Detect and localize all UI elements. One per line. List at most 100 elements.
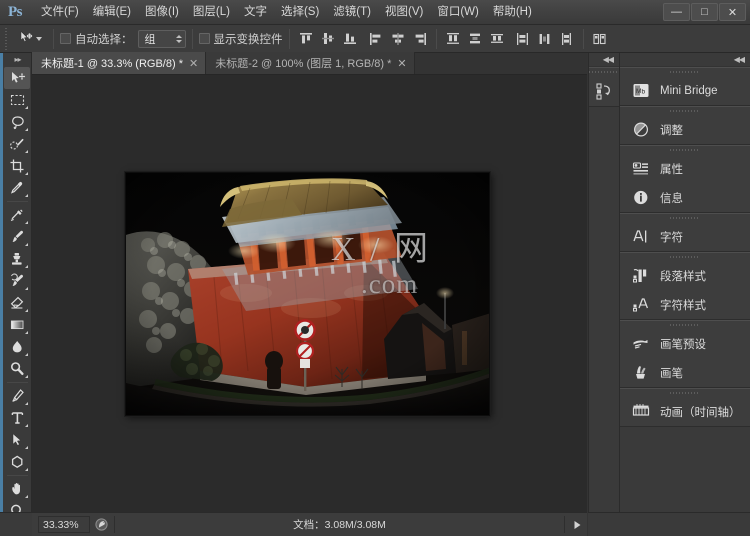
lasso-tool[interactable] — [4, 111, 30, 133]
eraser-tool[interactable] — [4, 292, 30, 314]
panel-group-grip[interactable] — [620, 68, 750, 76]
panel-item-label: 画笔预设 — [660, 338, 706, 351]
options-separator-2 — [191, 28, 193, 49]
menu-file[interactable]: 文件(F) — [34, 2, 86, 22]
align-top-edges-icon — [299, 33, 312, 44]
gradient-tool[interactable] — [4, 314, 30, 336]
distribute-right-edges-button[interactable] — [557, 29, 577, 49]
panel-group-grip[interactable] — [620, 214, 750, 222]
close-button[interactable]: ✕ — [719, 3, 746, 21]
brush-tool[interactable] — [4, 226, 30, 248]
panel-item-character[interactable]: 字符 — [620, 222, 750, 251]
document-tab[interactable]: 未标题-1 @ 33.3% (RGB/8) * ✕ — [32, 52, 207, 74]
photoshop-window: Ps 文件(F) 编辑(E) 图像(I) 图层(L) 文字 选择(S) 滤镜(T) 视图(V)… — [0, 0, 750, 536]
menu-view[interactable]: 视图(V) — [378, 2, 430, 22]
rectangular-marquee-tool-icon — [10, 94, 24, 106]
document-tab[interactable]: 未标题-2 @ 100% (图层 1, RGB/8) * ✕ — [206, 52, 415, 74]
panel-group-grip[interactable] — [620, 389, 750, 397]
panel-group-grip[interactable] — [620, 146, 750, 154]
tool-more-indicator-icon — [25, 495, 28, 498]
align-right-edges-button[interactable] — [410, 29, 430, 49]
polygon-shape-tool[interactable] — [4, 451, 30, 473]
path-selection-tool[interactable] — [4, 429, 30, 451]
align-left-edges-button[interactable] — [366, 29, 386, 49]
panel-group-grip[interactable] — [620, 107, 750, 115]
current-tool-preset-picker[interactable] — [10, 30, 47, 47]
toolbar-collapse-button[interactable]: ▸▸ — [0, 53, 31, 66]
blur-tool[interactable] — [4, 336, 30, 358]
panel-item-mini-bridge[interactable]: Mb Mini Bridge — [620, 76, 750, 105]
clone-stamp-tool-icon — [11, 253, 22, 265]
dodge-tool[interactable] — [4, 358, 30, 380]
canvas-area[interactable]: X / 网 .com — [32, 75, 587, 512]
panel-group: 属性 信息 — [620, 145, 750, 213]
panel-item-properties[interactable]: 属性 — [620, 154, 750, 183]
distribute-buttons-group-2 — [513, 29, 577, 49]
menu-help[interactable]: 帮助(H) — [486, 2, 539, 22]
clone-stamp-tool[interactable] — [4, 248, 30, 270]
maximize-button[interactable]: □ — [691, 3, 718, 21]
align-vertical-centers-button[interactable] — [318, 29, 338, 49]
close-tab-icon[interactable]: ✕ — [397, 57, 406, 70]
document-canvas[interactable]: X / 网 .com — [125, 172, 490, 416]
auto-select-checkbox[interactable] — [60, 33, 71, 44]
distribute-left-edges-button[interactable] — [513, 29, 533, 49]
zoom-level-field[interactable]: 33.33% — [38, 516, 90, 533]
panel-item-paragraph-styles[interactable]: 段落样式 — [620, 261, 750, 290]
spot-healing-brush-tool[interactable] — [4, 204, 30, 226]
status-menu-button[interactable] — [567, 513, 587, 536]
distribute-bottom-edges-button[interactable] — [487, 29, 507, 49]
show-transform-controls-checkbox[interactable] — [198, 33, 210, 44]
panels-dock-collapse-button[interactable]: ◀◀ — [620, 53, 750, 67]
close-tab-icon[interactable]: ✕ — [189, 57, 198, 70]
align-bottom-edges-button[interactable] — [340, 29, 360, 49]
move-tool[interactable] — [4, 67, 30, 89]
collapsed-panel-expand-button[interactable]: ◀◀ — [589, 53, 619, 67]
align-left-edges-icon — [369, 33, 380, 45]
menu-select[interactable]: 选择(S) — [274, 2, 326, 22]
auto-align-layers-button[interactable] — [590, 29, 610, 49]
history-brush-tool[interactable] — [4, 270, 30, 292]
options-bar-grip[interactable] — [2, 24, 10, 53]
rectangular-marquee-tool[interactable] — [4, 89, 30, 111]
align-buttons-group-2 — [366, 29, 430, 49]
adjustments-icon — [631, 120, 651, 140]
panel-item-label: 动画（时间轴） — [660, 406, 741, 419]
photoshop-logo: Ps — [8, 3, 23, 20]
distribute-top-edges-button[interactable] — [443, 29, 463, 49]
panel-item-brush[interactable]: 画笔 — [620, 358, 750, 387]
night-gate-tower-photo — [126, 173, 489, 415]
crop-tool[interactable] — [4, 155, 30, 177]
menu-image[interactable]: 图像(I) — [138, 2, 186, 22]
horizontal-type-tool[interactable] — [4, 407, 30, 429]
panel-group-grip[interactable] — [620, 321, 750, 329]
document-info[interactable]: 文档：3.08M/3.08M — [114, 516, 565, 533]
menu-filter[interactable]: 滤镜(T) — [326, 2, 378, 22]
pen-tool[interactable] — [4, 385, 30, 407]
move-tool-icon — [18, 30, 33, 47]
history-panel-icon[interactable] — [589, 76, 619, 106]
menu-layer[interactable]: 图层(L) — [186, 2, 237, 22]
menu-type[interactable]: 文字 — [237, 2, 274, 22]
collapsed-panel-grip[interactable] — [589, 68, 619, 76]
auto-select-dropdown[interactable]: 组 — [137, 29, 186, 48]
align-horizontal-centers-button[interactable] — [388, 29, 408, 49]
distribute-horizontal-centers-button[interactable] — [535, 29, 555, 49]
panel-item-adjustments[interactable]: 调整 — [620, 115, 750, 144]
panel-item-character-styles[interactable]: 字符样式 — [620, 290, 750, 319]
menu-edit[interactable]: 编辑(E) — [86, 2, 138, 22]
eyedropper-tool[interactable] — [4, 177, 30, 199]
quick-selection-tool[interactable] — [4, 133, 30, 155]
align-top-edges-button[interactable] — [296, 29, 316, 49]
hand-tool[interactable] — [4, 478, 30, 500]
menu-window[interactable]: 窗口(W) — [430, 2, 486, 22]
preview-icon[interactable] — [90, 513, 112, 536]
panel-item-info[interactable]: 信息 — [620, 183, 750, 212]
panel-item-animation[interactable]: 动画（时间轴） — [620, 397, 750, 426]
panel-item-brush-presets[interactable]: 画笔预设 — [620, 329, 750, 358]
tools-panel: ▸▸ — [0, 53, 32, 518]
panel-group-grip[interactable] — [620, 253, 750, 261]
minimize-button[interactable]: — — [663, 3, 690, 21]
gradient-tool-icon — [10, 320, 23, 330]
distribute-vertical-centers-button[interactable] — [465, 29, 485, 49]
